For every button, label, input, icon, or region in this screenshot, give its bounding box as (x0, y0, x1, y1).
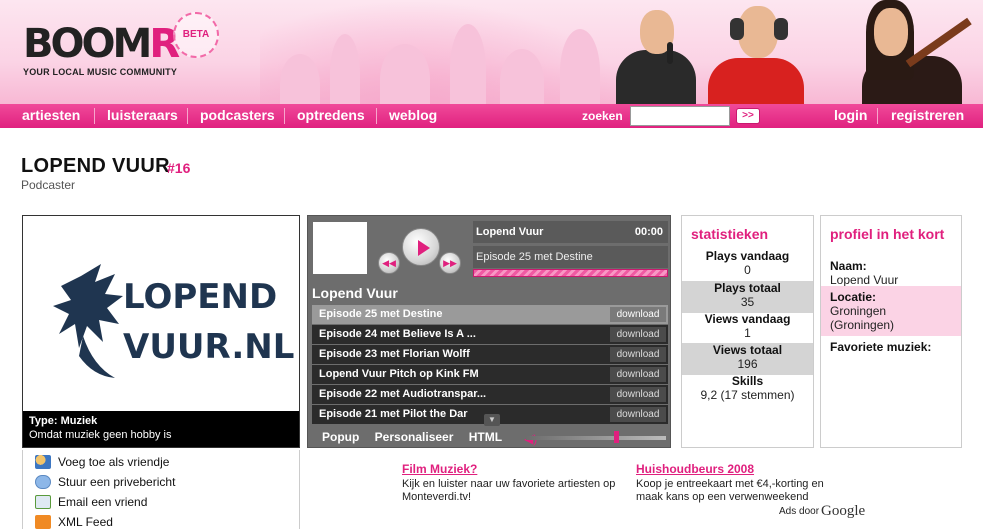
now-playing-track: Episode 25 met Destine (473, 246, 668, 268)
download-button[interactable]: download (610, 307, 666, 322)
headphones-figure (704, 0, 808, 104)
nav-artiesten[interactable]: artiesten (22, 104, 80, 128)
search-input[interactable] (630, 106, 730, 126)
volume-knob[interactable] (613, 431, 619, 443)
volume-slider[interactable] (526, 436, 666, 440)
artwork-type: Type: Muziek (29, 415, 98, 427)
nav-weblog[interactable]: weblog (389, 104, 437, 128)
podcast-player: ◀◀ ▶▶ Lopend Vuur 00:00 Episode 25 met D… (307, 215, 671, 448)
playlist-item[interactable]: Episode 22 met Audiotranspar... download (312, 385, 668, 405)
singer-figure (612, 0, 700, 104)
profile-favorite-music: Favoriete muziek: (830, 340, 932, 354)
artwork-description: Omdat muziek geen hobby is (29, 429, 172, 441)
nav-luisteraars[interactable]: luisteraars (107, 104, 178, 128)
site-logo[interactable]: BOOMR BETA YOUR LOCAL MUSIC COMMUNITY (23, 12, 223, 80)
stat-views-total: Views totaal 196 (682, 343, 813, 375)
logo-wordmark: BOOMR (23, 21, 180, 67)
header-artists-photo (612, 0, 983, 104)
stat-views-today: Views vandaag 1 (704, 312, 791, 340)
download-button[interactable]: download (610, 347, 666, 362)
stat-plays-today: Plays vandaag 0 (705, 249, 790, 277)
playlist-item[interactable]: Lopend Vuur Pitch op Kink FM download (312, 365, 668, 385)
nav-login[interactable]: login (834, 104, 867, 128)
playlist-title: Lopend Vuur (312, 285, 398, 301)
playlist-item[interactable]: Episode 23 met Florian Wolff download (312, 345, 668, 365)
artwork-caption: Type: Muziek Omdat muziek geen hobby is (23, 411, 299, 447)
playlist: Episode 25 met Destine download Episode … (312, 305, 668, 425)
search-button[interactable]: >> (736, 108, 760, 124)
ad-text: Kijk en luister naar uw favoriete arties… (402, 478, 616, 503)
add-friend-action[interactable]: Voeg toe als vriendje (35, 453, 169, 471)
download-button[interactable]: download (610, 367, 666, 382)
popup-button[interactable]: Popup (322, 430, 359, 444)
page-subtitle: Podcaster (21, 178, 76, 192)
playback-time: 00:00 (634, 226, 663, 238)
profile-panel: profiel in het kort Naam: Lopend Vuur Loc… (820, 215, 962, 448)
profile-name: Naam: Lopend Vuur (830, 259, 899, 287)
ad-huishoudbeurs[interactable]: Huishoudbeurs 2008 Koop je entreekaart m… (636, 463, 846, 504)
stats-title: statistieken (691, 226, 769, 242)
google-logo[interactable]: Google (821, 503, 865, 520)
html-button[interactable]: HTML (469, 430, 502, 444)
nav-register[interactable]: registreren (891, 104, 964, 128)
rewind-button[interactable]: ◀◀ (378, 252, 400, 274)
page-title: LOPEND VUUR (21, 155, 170, 177)
guitarist-figure (848, 0, 983, 104)
player-footer: Popup Personaliseer HTML (322, 430, 514, 444)
download-button[interactable]: download (610, 387, 666, 402)
stat-skills: Skills 9,2 (17 stemmen) (700, 374, 795, 402)
ads-by-label[interactable]: Ads door (779, 506, 819, 517)
site-header: BOOMR BETA YOUR LOCAL MUSIC COMMUNITY (0, 0, 983, 104)
download-button[interactable]: download (610, 407, 666, 422)
play-button[interactable] (402, 228, 440, 266)
profile-location: Locatie: Groningen (Groningen) (821, 286, 961, 336)
profile-title: profiel in het kort (830, 226, 945, 242)
main-nav: artiesten luisteraars podcasters optrede… (0, 104, 983, 128)
personalize-button[interactable]: Personaliseer (375, 430, 454, 444)
now-playing-info: Lopend Vuur 00:00 Episode 25 met Destine (473, 221, 668, 277)
player-thumbnail (313, 222, 367, 274)
message-icon (35, 475, 51, 489)
add-friend-icon (35, 455, 51, 469)
xml-feed-action[interactable]: XML Feed (35, 513, 113, 529)
private-message-action[interactable]: Stuur een privebericht (35, 473, 175, 491)
podcast-logo-image: LOPEND VUUR.NL (23, 216, 299, 411)
download-button[interactable]: download (610, 327, 666, 342)
rank-badge: #16 (167, 160, 191, 176)
scroll-down-icon[interactable]: ▼ (484, 414, 500, 426)
email-icon (35, 495, 51, 509)
rss-feed-icon (35, 515, 51, 529)
now-playing-artist-row: Lopend Vuur 00:00 (473, 221, 668, 243)
ad-film-muziek[interactable]: Film Muziek? Kijk en luister naar uw fav… (402, 463, 642, 504)
forward-button[interactable]: ▶▶ (439, 252, 461, 274)
email-friend-action[interactable]: Email een vriend (35, 493, 147, 511)
search-label: zoeken (582, 109, 623, 123)
artist-artwork-panel: LOPEND VUUR.NL Type: Muziek Omdat muziek… (22, 215, 300, 448)
logo-tagline: YOUR LOCAL MUSIC COMMUNITY (23, 67, 178, 77)
crowd-background (260, 0, 640, 104)
nav-podcasters[interactable]: podcasters (200, 104, 275, 128)
ad-text: Koop je entreekaart met €4,-korting en m… (636, 478, 824, 503)
artist-actions: Voeg toe als vriendje Stuur een priveber… (22, 450, 300, 529)
now-playing-artist: Lopend Vuur (476, 226, 544, 238)
playlist-item[interactable]: Episode 25 met Destine download (312, 305, 668, 325)
beta-badge: BETA (173, 12, 219, 58)
nav-optredens[interactable]: optredens (297, 104, 365, 128)
stat-plays-total: Plays totaal 35 (682, 281, 813, 313)
stats-panel: statistieken Plays vandaag 0 Plays totaal… (681, 215, 814, 448)
artwork-logo-line1: LOPEND (123, 277, 277, 317)
playlist-item[interactable]: Episode 24 met Believe Is A ... download (312, 325, 668, 345)
artwork-logo-line2: VUUR.NL (123, 327, 294, 367)
ad-title[interactable]: Huishoudbeurs 2008 (636, 463, 846, 476)
progress-bar[interactable] (473, 269, 668, 277)
ad-title[interactable]: Film Muziek? (402, 463, 642, 476)
